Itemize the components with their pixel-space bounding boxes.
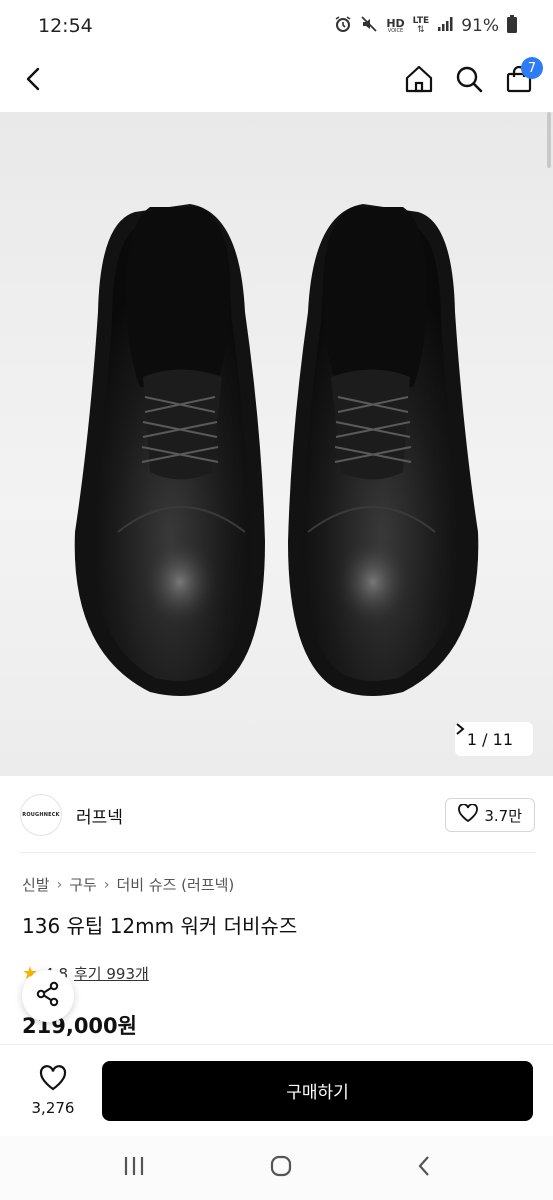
signal-icon [437, 16, 453, 36]
cart-button[interactable]: 7 [503, 57, 543, 97]
cart-count-badge: 7 [521, 57, 543, 79]
home-button[interactable] [403, 65, 435, 97]
home-icon [404, 64, 434, 98]
buy-button[interactable]: 구매하기 [102, 1060, 533, 1121]
breadcrumb-item[interactable]: 신발 [22, 874, 50, 895]
system-back-button[interactable] [416, 1154, 432, 1182]
brand-like-count: 3.7만 [484, 806, 522, 825]
recent-apps-icon [124, 1157, 143, 1175]
nav-actions: 7 [403, 57, 543, 97]
hd-voice-icon: HD VOICE [386, 18, 404, 34]
pager-text: 1 / 11 [466, 729, 513, 749]
recent-apps-button[interactable] [122, 1155, 146, 1181]
alarm-icon [334, 15, 352, 37]
product-shoe-image [74, 204, 479, 696]
back-icon [23, 66, 45, 96]
review-count-link[interactable]: 후기 993개 [74, 963, 149, 984]
right-shoe [288, 204, 479, 696]
top-nav: 7 [0, 52, 553, 110]
product-image-gallery[interactable]: 1 / 11 [0, 112, 553, 776]
system-nav-bar [0, 1136, 553, 1200]
heart-icon [458, 803, 479, 826]
breadcrumb-item[interactable]: 구두 [69, 874, 97, 895]
brand-logo: ROUGHNECK [20, 794, 62, 836]
divider [20, 852, 535, 853]
search-icon [455, 65, 483, 97]
wishlist-count: 3,276 [31, 1098, 75, 1117]
image-pager[interactable]: 1 / 11 [454, 722, 533, 756]
status-time: 12:54 [38, 15, 93, 37]
breadcrumb-item[interactable]: 더비 슈즈 (러프넥) [116, 874, 234, 895]
chevron-right-icon: › [56, 876, 63, 893]
system-back-icon [418, 1156, 429, 1176]
voice-label: VOICE [387, 28, 404, 34]
share-button[interactable] [22, 970, 74, 1022]
brand-like-button[interactable]: 3.7만 [445, 798, 535, 832]
chevron-right-icon: › [103, 876, 110, 893]
brand-logo-text: ROUGHNECK [22, 812, 60, 818]
home-circle-icon [270, 1155, 291, 1177]
purchase-bar: 3,276 구매하기 [0, 1044, 553, 1136]
system-home-button[interactable] [269, 1154, 293, 1182]
product-title: 136 유팁 12mm 워커 더비슈즈 [22, 914, 298, 938]
brand-name: 러프넥 [76, 807, 123, 828]
breadcrumb: 신발 › 구두 › 더비 슈즈 (러프넥) [22, 874, 234, 895]
brand-link[interactable]: ROUGHNECK 러프넥 [20, 794, 123, 836]
share-icon [35, 981, 61, 1011]
status-bar: 12:54 HD VOICE LTE ⇅ 91% [0, 0, 553, 52]
mute-icon [360, 15, 378, 37]
status-icons: HD VOICE LTE ⇅ 91% [334, 15, 517, 37]
battery-percent: 91% [461, 16, 499, 36]
lte-icon: LTE ⇅ [412, 16, 430, 35]
wishlist-button[interactable]: 3,276 [20, 1064, 86, 1117]
scrollbar[interactable] [547, 112, 551, 168]
search-button[interactable] [453, 65, 485, 97]
heart-icon [39, 1064, 67, 1095]
left-shoe [74, 204, 266, 696]
battery-icon [507, 15, 517, 37]
brand-row: ROUGHNECK 러프넥 3.7만 [20, 790, 535, 840]
back-button[interactable] [18, 65, 50, 97]
